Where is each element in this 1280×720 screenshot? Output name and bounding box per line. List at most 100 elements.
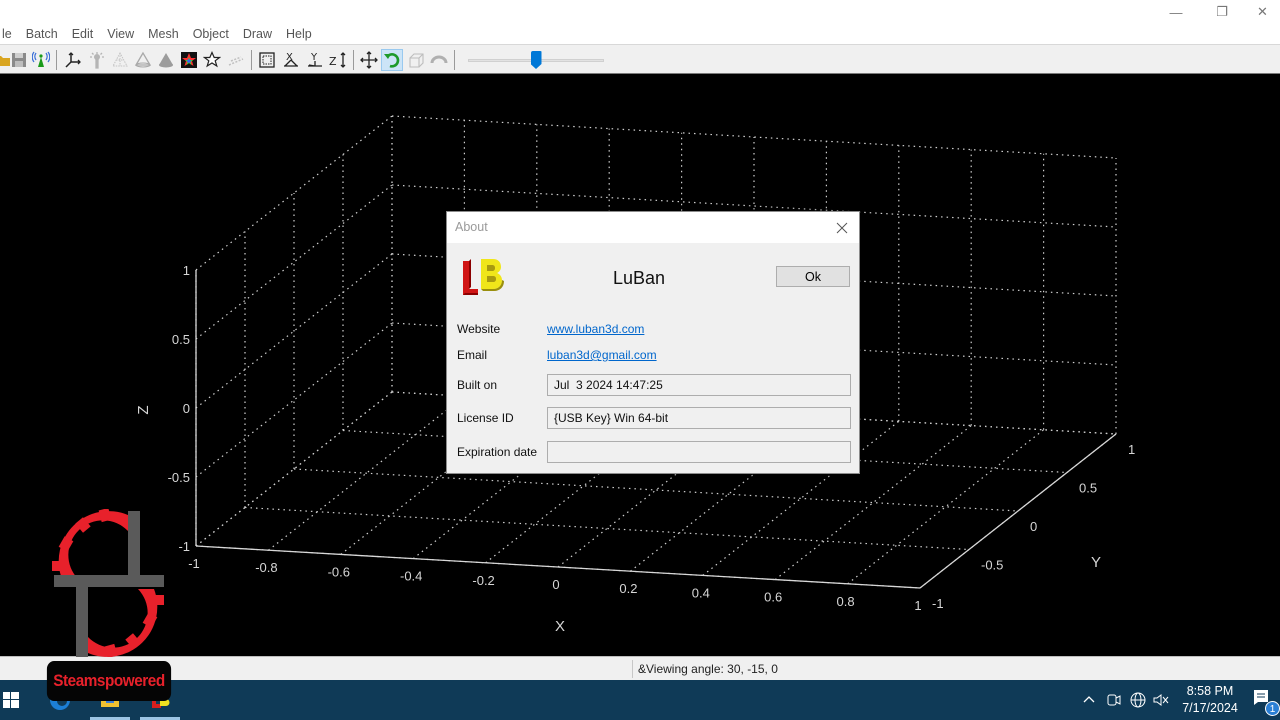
toolbar-separator xyxy=(454,50,455,70)
email-label: Email xyxy=(457,348,488,362)
x-tick-label: -0.4 xyxy=(400,569,422,584)
dialog-close-button[interactable] xyxy=(825,212,859,243)
dialog-title: About xyxy=(455,220,488,234)
z-tick-label: 1 xyxy=(183,263,190,278)
minimize-button[interactable]: — xyxy=(1153,0,1199,24)
menu-batch[interactable]: Batch xyxy=(20,24,64,44)
expiration-date-label: Expiration date xyxy=(457,445,538,459)
axes-icon[interactable] xyxy=(62,49,84,71)
volume-muted-icon xyxy=(1153,694,1169,706)
menu-object[interactable]: Object xyxy=(187,24,235,44)
undo-arc-icon[interactable] xyxy=(428,49,450,71)
taskbar-clock[interactable]: 8:58 PM 7/17/2024 xyxy=(1176,683,1244,717)
license-id-field[interactable]: {USB Key} Win 64-bit xyxy=(547,407,851,429)
toolbar-separator xyxy=(56,50,57,70)
x-tick-label: 1 xyxy=(914,598,921,613)
points-icon[interactable] xyxy=(225,49,247,71)
menu-help[interactable]: Help xyxy=(280,24,318,44)
website-label: Website xyxy=(457,322,501,336)
menu-view[interactable]: View xyxy=(101,24,140,44)
z-tick-label: 0.5 xyxy=(172,332,190,347)
start-button[interactable] xyxy=(0,680,22,720)
x-tick-label: 0 xyxy=(552,577,559,592)
clock-date: 7/17/2024 xyxy=(1182,701,1238,715)
expiration-date-field[interactable] xyxy=(547,441,851,463)
close-window-button[interactable]: ✕ xyxy=(1245,0,1280,24)
dialog-title-bar: About xyxy=(447,212,859,243)
pan-icon[interactable] xyxy=(358,49,380,71)
bounding-box-icon[interactable] xyxy=(256,49,278,71)
camera-icon xyxy=(1107,694,1121,706)
tray-overflow-button[interactable] xyxy=(1082,680,1096,720)
license-id-label: License ID xyxy=(457,411,514,425)
notification-badge: 1 xyxy=(1265,701,1280,716)
y-tick-label: 0 xyxy=(1030,519,1037,534)
x-tick-label: -1 xyxy=(188,556,200,571)
slider-thumb[interactable] xyxy=(530,51,542,69)
cube-view-icon[interactable] xyxy=(405,49,427,71)
dialog-app-name: LuBan xyxy=(613,268,666,288)
z-tick-label: 0 xyxy=(183,401,190,416)
save-icon[interactable] xyxy=(8,49,30,71)
luban-logo xyxy=(463,259,504,295)
grid-line-floor-y xyxy=(293,468,1019,512)
broadcast-icon[interactable] xyxy=(30,49,52,71)
maximize-button[interactable]: ❐ xyxy=(1199,0,1245,24)
grid-line-floor-x xyxy=(847,429,1044,585)
zoom-slider[interactable] xyxy=(468,49,604,71)
x-axis-view-icon[interactable]: X xyxy=(280,49,302,71)
svg-text:Y: Y xyxy=(310,52,318,63)
x-tick-label: -0.6 xyxy=(328,564,350,579)
close-icon xyxy=(836,222,848,233)
y-axis-view-icon[interactable]: Y xyxy=(304,49,326,71)
viewing-angle-status: &Viewing angle: 30, -15, 0 xyxy=(638,662,778,676)
grid-line-side-wall-z xyxy=(195,322,393,478)
y-axis-label: Y xyxy=(1091,554,1101,571)
z-tick-label: -0.5 xyxy=(168,470,190,485)
built-on-field[interactable]: Jul 3 2024 14:47:25 xyxy=(547,374,851,396)
chevron-up-icon xyxy=(1083,696,1095,703)
outline-cone-icon[interactable] xyxy=(132,49,154,71)
y-tick-label: 1 xyxy=(1128,442,1135,457)
y-tick-label: 0.5 xyxy=(1079,481,1097,496)
z-tick-label: -1 xyxy=(178,539,190,554)
menu-edit[interactable]: Edit xyxy=(66,24,100,44)
tray-meet-now[interactable] xyxy=(1107,680,1121,720)
ok-button[interactable]: Ok xyxy=(776,266,850,287)
x-tick-label: 0.8 xyxy=(837,594,855,609)
x-tick-label: -0.8 xyxy=(255,560,277,575)
toolbar: X Y Z xyxy=(0,44,1280,74)
about-dialog: About LuBan Ok Website www.luban3d.com E… xyxy=(446,211,860,474)
watermark-banner: Steamspowered xyxy=(46,661,172,701)
tray-network[interactable] xyxy=(1129,680,1147,720)
rotate-icon[interactable] xyxy=(381,49,403,71)
grid-line-side-wall-z xyxy=(195,184,393,340)
svg-text:Z: Z xyxy=(329,55,337,68)
notification-center-button[interactable]: 1 xyxy=(1252,688,1280,718)
menu-draw[interactable]: Draw xyxy=(237,24,278,44)
z-axis-view-icon[interactable]: Z xyxy=(327,49,349,71)
email-link[interactable]: luban3d@gmail.com xyxy=(547,348,657,362)
status-bar: &Viewing angle: 30, -15, 0 xyxy=(0,656,1280,680)
x-axis-label: X xyxy=(555,618,565,635)
y-tick-label: -0.5 xyxy=(981,558,1003,573)
color-map-icon[interactable] xyxy=(178,49,200,71)
wireframe-icon[interactable] xyxy=(109,49,131,71)
title-bar: — ❐ ✕ xyxy=(0,0,1280,24)
toolbar-separator xyxy=(251,50,252,70)
clock-time: 8:58 PM xyxy=(1186,684,1234,698)
network-globe-icon xyxy=(1130,692,1146,708)
z-axis-label: Z xyxy=(135,405,152,414)
tray-volume[interactable] xyxy=(1152,680,1170,720)
status-separator xyxy=(632,660,633,678)
toolbar-separator xyxy=(353,50,354,70)
x-tick-label: -0.2 xyxy=(472,573,494,588)
menu-file[interactable]: le xyxy=(0,24,18,44)
website-link[interactable]: www.luban3d.com xyxy=(547,322,644,336)
solid-cone-icon[interactable] xyxy=(155,49,177,71)
menu-mesh[interactable]: Mesh xyxy=(142,24,185,44)
built-on-label: Built on xyxy=(457,378,498,392)
light-icon[interactable] xyxy=(86,49,108,71)
star-icon[interactable] xyxy=(201,49,223,71)
x-tick-label: 0.2 xyxy=(619,581,637,596)
